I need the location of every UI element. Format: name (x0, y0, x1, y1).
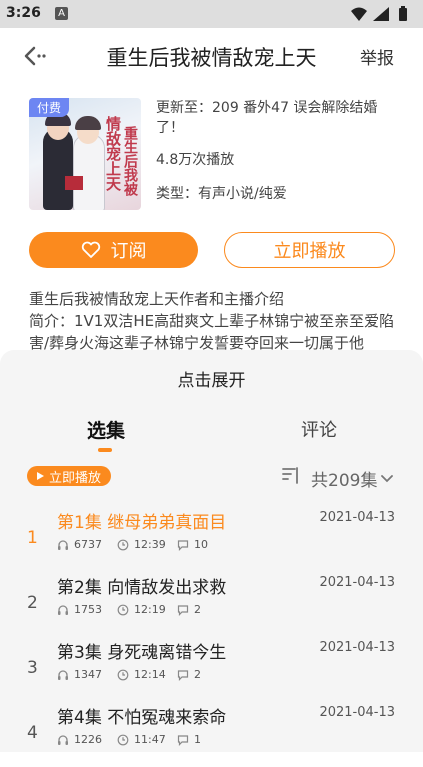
chevron-down-icon (381, 474, 394, 482)
report-button[interactable]: 举报 (360, 44, 394, 69)
mini-play-label: 立即播放 (49, 470, 102, 486)
episode-plays: 6737 (74, 538, 102, 551)
episode-sheet: 点击展开 选集 评论 立即播放 共209集 1 第1集 继母弟弟真面目 2021… (0, 350, 423, 752)
episode-row[interactable]: 4 第4集 不怕冤魂来索命 2021-04-13 1226 11:47 1 (0, 703, 423, 767)
clock-icon (117, 539, 129, 550)
cover-title-sub: 重生后我被 (122, 126, 138, 196)
episode-duration: 12:14 (134, 668, 166, 681)
mini-play-button[interactable]: 立即播放 (27, 466, 112, 486)
headphones-icon (58, 669, 68, 680)
clock-icon (117, 669, 129, 680)
episode-index: 1 (27, 528, 38, 548)
episode-plays: 1753 (74, 603, 102, 616)
episode-stats: 1226 11:47 1 (57, 733, 237, 746)
tab-episodes[interactable]: 选集 (87, 416, 125, 443)
episode-index: 3 (27, 658, 38, 678)
episode-stats: 6737 12:39 10 (57, 538, 237, 551)
episode-duration: 12:39 (134, 538, 166, 551)
episode-row[interactable]: 3 第3集 身死魂离错今生 2021-04-13 1347 12:14 2 (0, 638, 423, 702)
episode-date: 2021-04-13 (319, 705, 395, 720)
cover-title-main: 情敌宠上天 (104, 116, 122, 191)
episode-comments: 2 (194, 603, 201, 616)
episode-date: 2021-04-13 (319, 575, 395, 590)
top-bar: 重生后我被情敌宠上天 举报 (0, 28, 423, 84)
episode-title: 第1集 继母弟弟真面目 (57, 513, 227, 533)
expand-toggle[interactable]: 点击展开 (0, 366, 423, 391)
clock-icon (117, 734, 129, 745)
episode-comments: 2 (194, 668, 201, 681)
wifi-icon (351, 7, 367, 21)
episode-comments: 1 (194, 733, 201, 746)
headphones-icon (58, 734, 68, 745)
update-status: 更新至：209 番外47 误会解除结婚了！ (156, 100, 378, 136)
episode-title: 第2集 向情敌发出求救 (57, 578, 227, 598)
episode-date: 2021-04-13 (319, 510, 395, 525)
episode-row[interactable]: 2 第2集 向情敌发出求救 2021-04-13 1753 12:19 2 (0, 573, 423, 637)
clock-icon (117, 604, 129, 615)
book-cover[interactable]: 情敌宠上天 重生后我被 付费 (29, 98, 141, 210)
episode-stats: 1753 12:19 2 (57, 603, 237, 616)
episode-stats: 1347 12:14 2 (57, 668, 237, 681)
status-icons (349, 5, 417, 23)
episode-total-label: 共209集 (311, 471, 378, 491)
status-bar: 3:26 A (0, 0, 423, 28)
episode-title: 第3集 身死魂离错今生 (57, 643, 227, 663)
episode-title: 第4集 不怕冤魂来索命 (57, 708, 227, 728)
signal-icon (373, 7, 389, 21)
comment-icon (177, 539, 189, 551)
episode-index: 2 (27, 593, 38, 613)
episode-total[interactable]: 共209集 (311, 466, 394, 491)
episode-date: 2021-04-13 (319, 640, 395, 655)
episode-index: 4 (27, 723, 38, 743)
play-icon (37, 472, 44, 480)
play-now-label: 立即播放 (273, 241, 346, 262)
subscribe-button[interactable]: 订阅 (29, 232, 198, 268)
description-intro: 重生后我被情敌宠上天作者和主播介绍 (29, 290, 285, 308)
description-summary: 简介：1V1双洁HE高甜爽文上辈子林锦宁被至亲至爱陷害/葬身火海这辈子林锦宁发誓… (29, 312, 395, 352)
comment-icon (177, 604, 189, 616)
episode-duration: 12:19 (134, 603, 166, 616)
book-info: 情敌宠上天 重生后我被 付费 更新至：209 番外47 误会解除结婚了！ 4.8… (0, 84, 423, 224)
play-now-button[interactable]: 立即播放 (224, 232, 395, 268)
episode-comments: 10 (194, 538, 208, 551)
battery-icon (399, 6, 407, 21)
description: 重生后我被情敌宠上天作者和主播介绍 简介：1V1双洁HE高甜爽文上辈子林锦宁被至… (29, 288, 399, 354)
play-count: 4.8万次播放 (156, 152, 235, 168)
tab-indicator (98, 448, 112, 452)
sort-button[interactable] (281, 466, 301, 486)
book-type: 类型：有声小说/纯爱 (156, 186, 287, 202)
heart-icon (81, 241, 100, 258)
headphones-icon (58, 604, 68, 615)
comment-icon (177, 669, 189, 681)
status-time: 3:26 (6, 5, 41, 21)
book-meta: 更新至：209 番外47 误会解除结婚了！ 4.8万次播放 类型：有声小说/纯爱 (156, 98, 386, 204)
subscribe-label: 订阅 (110, 241, 147, 262)
comment-icon (177, 734, 189, 746)
episode-plays: 1347 (74, 668, 102, 681)
episode-plays: 1226 (74, 733, 102, 746)
episode-row[interactable]: 1 第1集 继母弟弟真面目 2021-04-13 6737 12:39 10 (0, 508, 423, 572)
sort-icon (282, 467, 298, 484)
headphones-icon (58, 539, 68, 550)
tab-comments[interactable]: 评论 (301, 416, 337, 442)
notification-icon: A (55, 7, 68, 20)
episode-duration: 11:47 (134, 733, 166, 746)
paid-badge: 付费 (29, 98, 70, 117)
